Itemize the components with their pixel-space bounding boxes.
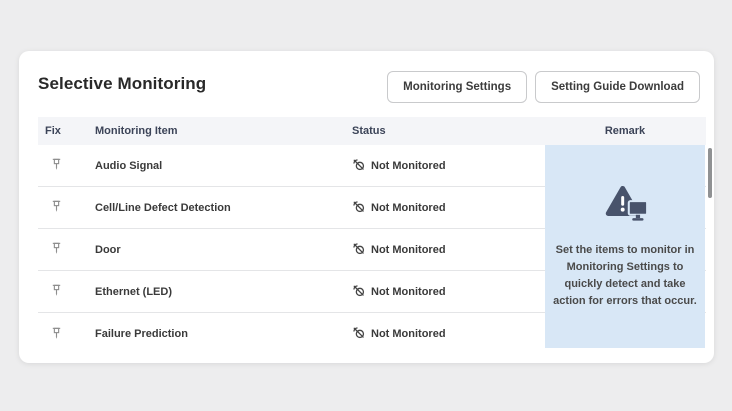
- remark-info-panel: Set the items to monitor in Monitoring S…: [545, 145, 705, 348]
- pin-button[interactable]: [50, 241, 63, 258]
- selective-monitoring-card: Selective Monitoring Monitoring Settings…: [19, 51, 714, 363]
- warning-monitor-icon: [602, 183, 649, 229]
- status-cell: Not Monitored: [352, 158, 545, 174]
- monitoring-item-label: Audio Signal: [95, 160, 352, 172]
- monitoring-item-label: Cell/Line Defect Detection: [95, 202, 352, 214]
- status-cell: Not Monitored: [352, 242, 545, 258]
- card-actions: Monitoring Settings Setting Guide Downlo…: [387, 71, 700, 103]
- fix-cell: [38, 326, 95, 343]
- fix-cell: [38, 199, 95, 216]
- column-header-fix: Fix: [38, 125, 95, 137]
- remark-panel-text: Set the items to monitor in Monitoring S…: [550, 242, 700, 310]
- status-cell: Not Monitored: [352, 326, 545, 342]
- column-header-item: Monitoring Item: [95, 125, 352, 137]
- column-header-remark: Remark: [545, 125, 705, 137]
- pin-icon: [50, 326, 63, 343]
- table-header-row: Fix Monitoring Item Status Remark: [38, 117, 706, 145]
- page-background: { "card": { "title": "Selective Monitori…: [0, 0, 732, 411]
- pin-button[interactable]: [50, 157, 63, 174]
- fix-cell: [38, 241, 95, 258]
- vertical-scrollbar-thumb[interactable]: [708, 148, 712, 198]
- pin-button[interactable]: [50, 283, 63, 300]
- pin-icon: [50, 283, 63, 300]
- pin-button[interactable]: [50, 199, 63, 216]
- link-off-icon: [352, 284, 365, 300]
- column-header-status: Status: [352, 125, 545, 137]
- monitoring-settings-button[interactable]: Monitoring Settings: [387, 71, 527, 103]
- link-off-icon: [352, 242, 365, 258]
- status-label: Not Monitored: [371, 160, 446, 172]
- monitoring-item-label: Failure Prediction: [95, 328, 352, 340]
- setting-guide-download-button[interactable]: Setting Guide Download: [535, 71, 700, 103]
- pin-icon: [50, 199, 63, 216]
- status-label: Not Monitored: [371, 202, 446, 214]
- pin-icon: [50, 157, 63, 174]
- fix-cell: [38, 157, 95, 174]
- link-off-icon: [352, 158, 365, 174]
- status-cell: Not Monitored: [352, 284, 545, 300]
- monitoring-item-label: Ethernet (LED): [95, 286, 352, 298]
- status-label: Not Monitored: [371, 286, 446, 298]
- page-title: Selective Monitoring: [38, 74, 206, 94]
- pin-icon: [50, 241, 63, 258]
- pin-button[interactable]: [50, 326, 63, 343]
- link-off-icon: [352, 200, 365, 216]
- fix-cell: [38, 283, 95, 300]
- link-off-icon: [352, 326, 365, 342]
- status-label: Not Monitored: [371, 244, 446, 256]
- status-cell: Not Monitored: [352, 200, 545, 216]
- monitoring-item-label: Door: [95, 244, 352, 256]
- status-label: Not Monitored: [371, 328, 446, 340]
